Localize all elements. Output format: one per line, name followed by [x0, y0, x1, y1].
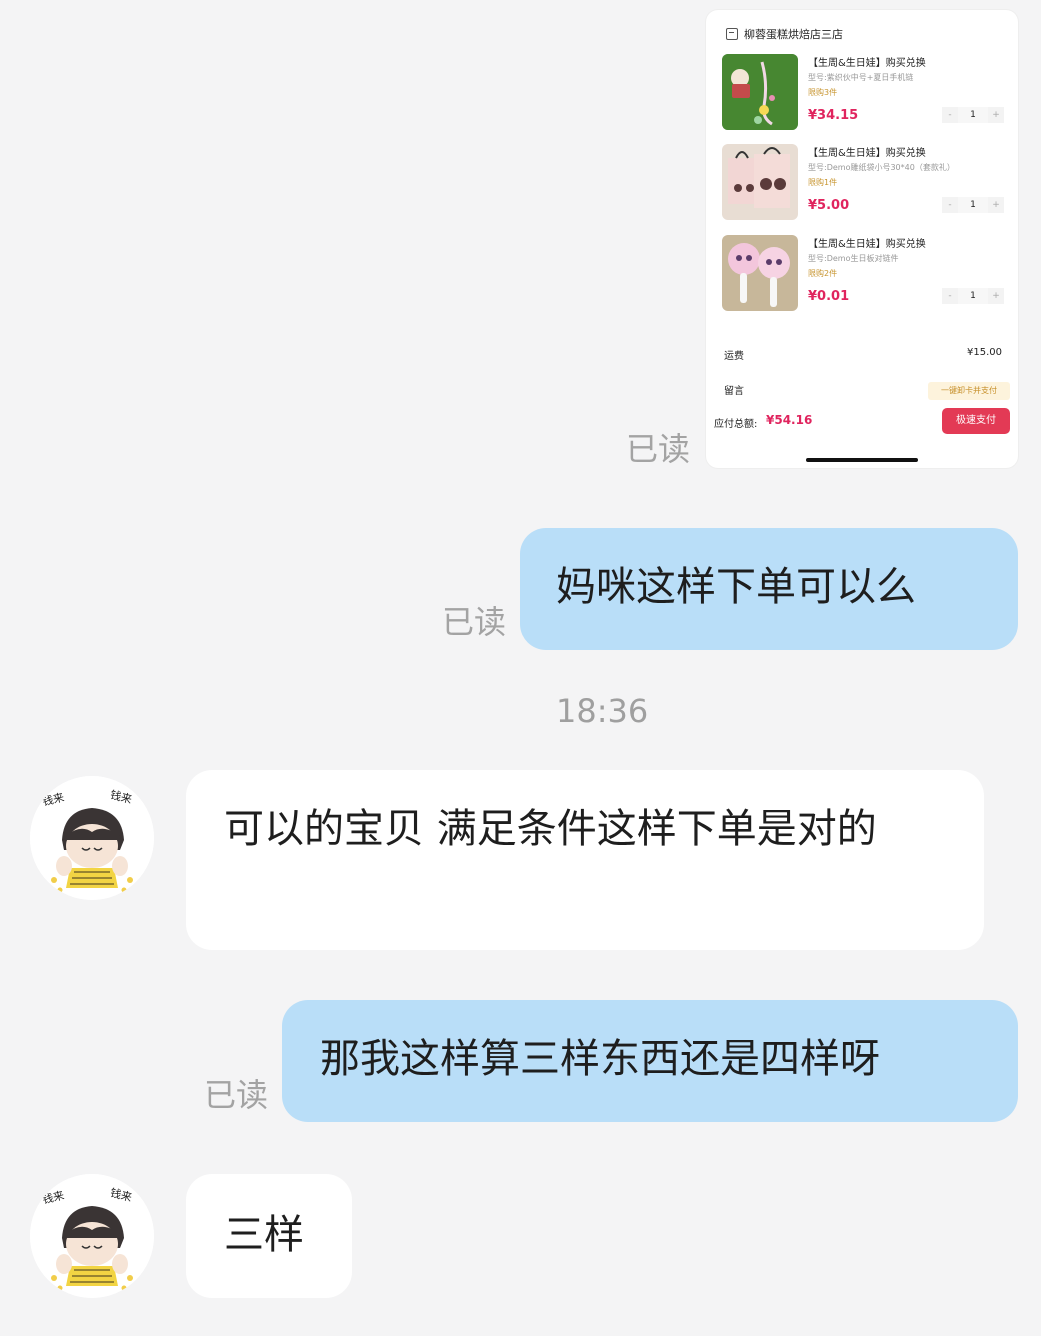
item-thumbnail	[722, 54, 798, 130]
decrement-button[interactable]: -	[942, 107, 958, 123]
message-timestamp: 18:36	[556, 692, 649, 730]
item-title: 【生周&生日娃】购买兑换	[808, 58, 926, 69]
card-pay-option[interactable]: 一键卸卡并支付	[928, 382, 1010, 400]
incoming-message[interactable]: 三样	[186, 1174, 352, 1298]
read-receipt: 已读	[204, 1076, 269, 1114]
quantity-stepper[interactable]: - 1 +	[942, 106, 1004, 124]
decrement-button[interactable]: -	[942, 197, 958, 213]
item-thumbnail	[722, 235, 798, 311]
quantity-stepper[interactable]: - 1 +	[942, 287, 1004, 305]
read-receipt: 已读	[626, 430, 691, 468]
store-icon	[726, 28, 738, 40]
shop-name: 柳蓉蛋糕烘焙店三店	[744, 28, 843, 41]
decrement-button[interactable]: -	[942, 288, 958, 304]
memo-label[interactable]: 留言	[724, 382, 744, 397]
avatar-cartoon-icon: 钱来 钱来	[30, 776, 154, 900]
item-spec: 型号:紫织伙中号+夏日手机链	[808, 73, 914, 82]
item-spec: 型号:Demo雕纸袋小号30*40（套款礼）	[808, 163, 955, 172]
quantity-stepper[interactable]: - 1 +	[942, 196, 1004, 214]
item-thumbnail	[722, 144, 798, 220]
outgoing-message[interactable]: 那我这样算三样东西还是四样呀	[282, 1000, 1018, 1122]
item-price: ¥5.00	[808, 198, 850, 213]
item-price: ¥0.01	[808, 289, 850, 304]
avatar[interactable]: 钱来 钱来	[30, 1174, 154, 1298]
order-item: 【生周&生日娃】购买兑换 型号:紫织伙中号+夏日手机链 限购3件 ¥34.15 …	[722, 54, 1012, 136]
quantity-value: 1	[958, 288, 988, 304]
item-limit: 限购1件	[808, 178, 838, 187]
increment-button[interactable]: +	[988, 107, 1004, 123]
order-screenshot-image[interactable]: 柳蓉蛋糕烘焙店三店 【生周&生日娃】购买兑换 型号:紫织伙中号+夏日手机链 限购…	[706, 10, 1018, 468]
shipping-value: ¥15.00	[967, 347, 1002, 358]
item-limit: 限购2件	[808, 269, 838, 278]
item-spec: 型号:Demo生日板对链件	[808, 254, 899, 263]
shipping-label: 运费	[724, 351, 744, 362]
shop-header: 柳蓉蛋糕烘焙店三店	[726, 26, 843, 42]
item-title: 【生周&生日娃】购买兑换	[808, 239, 926, 250]
home-indicator	[806, 458, 918, 462]
increment-button[interactable]: +	[988, 197, 1004, 213]
item-price: ¥34.15	[808, 108, 859, 123]
outgoing-message[interactable]: 妈咪这样下单可以么	[520, 528, 1018, 650]
shipping-row: 运费 ¥15.00	[724, 347, 1002, 362]
item-limit: 限购3件	[808, 88, 838, 97]
avatar[interactable]: 钱来 钱来	[30, 776, 154, 900]
increment-button[interactable]: +	[988, 288, 1004, 304]
order-item: 【生周&生日娃】购买兑换 型号:Demo生日板对链件 限购2件 ¥0.01 - …	[722, 235, 1012, 317]
total-value: ¥54.16	[766, 413, 813, 427]
item-title: 【生周&生日娃】购买兑换	[808, 148, 926, 159]
quantity-value: 1	[958, 197, 988, 213]
avatar-cartoon-icon: 钱来 钱来	[30, 1174, 154, 1298]
quantity-value: 1	[958, 107, 988, 123]
incoming-message[interactable]: 可以的宝贝 满足条件这样下单是对的	[186, 770, 984, 950]
order-item: 【生周&生日娃】购买兑换 型号:Demo雕纸袋小号30*40（套款礼） 限购1件…	[722, 144, 1012, 226]
total-label: 应付总额:	[714, 419, 758, 430]
read-receipt: 已读	[442, 603, 507, 641]
pay-button[interactable]: 极速支付	[942, 408, 1010, 434]
